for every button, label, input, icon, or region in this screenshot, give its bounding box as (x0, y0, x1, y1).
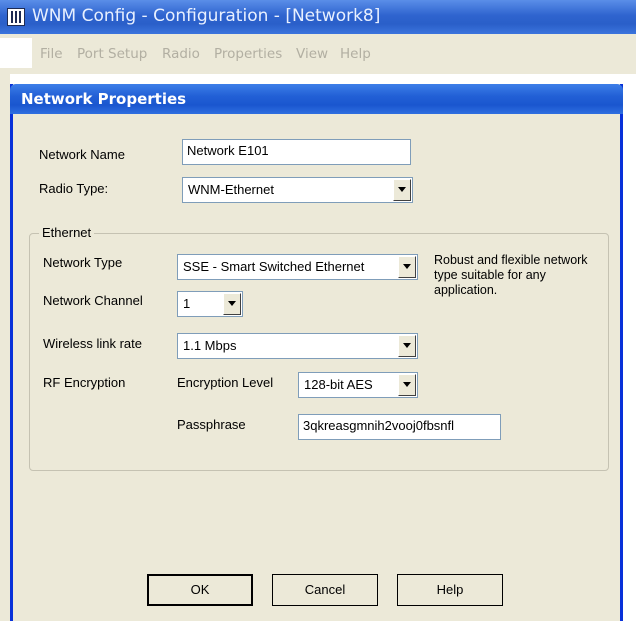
cancel-button[interactable]: Cancel (272, 574, 378, 606)
chevron-down-icon (228, 301, 236, 306)
radio-type-label: Radio Type: (39, 181, 109, 196)
ok-button[interactable]: OK (147, 574, 253, 606)
network-channel-select[interactable]: 1 (177, 291, 243, 317)
radio-type-value: WNM-Ethernet (188, 182, 274, 197)
passphrase-label: Passphrase (177, 417, 246, 432)
app-client-edge (0, 74, 10, 621)
app-icon[interactable] (7, 8, 25, 26)
encryption-level-value: 128-bit AES (304, 377, 373, 392)
passphrase-input[interactable]: 3qkreasgmnih2vooj0fbsnfl (298, 414, 501, 440)
encryption-level-dropdown-button[interactable] (398, 374, 416, 396)
menu-port-setup[interactable]: Port Setup (77, 46, 147, 62)
wireless-link-rate-dropdown-button[interactable] (398, 335, 416, 357)
network-channel-dropdown-button[interactable] (223, 293, 241, 315)
network-type-select[interactable]: SSE - Smart Switched Ethernet (177, 254, 418, 280)
chevron-down-icon (403, 343, 411, 348)
network-name-label: Network Name (39, 147, 125, 162)
wireless-link-rate-label: Wireless link rate (43, 336, 142, 351)
encryption-level-select[interactable]: 128-bit AES (298, 372, 418, 398)
network-type-value: SSE - Smart Switched Ethernet (183, 259, 365, 274)
rf-encryption-label: RF Encryption (43, 375, 126, 390)
chevron-down-icon (398, 187, 406, 192)
network-type-label: Network Type (43, 255, 123, 270)
help-button[interactable]: Help (397, 574, 503, 606)
ethernet-group-label: Ethernet (39, 225, 95, 240)
network-type-description: Robust and flexible network type suitabl… (434, 253, 588, 297)
wireless-link-rate-select[interactable]: 1.1 Mbps (177, 333, 418, 359)
radio-type-dropdown-button[interactable] (393, 179, 411, 201)
menu-bar-gripper (0, 38, 32, 68)
menu-radio[interactable]: Radio (162, 46, 200, 62)
network-channel-label: Network Channel (43, 293, 143, 308)
menu-file[interactable]: File (40, 46, 63, 62)
encryption-level-label: Encryption Level (177, 375, 274, 390)
menu-view[interactable]: View (296, 46, 328, 62)
chevron-down-icon (403, 382, 411, 387)
app-client-background (623, 74, 636, 621)
app-title-bar: WNM Config - Configuration - [Network8] (0, 0, 636, 34)
network-name-input[interactable]: Network E101 (182, 139, 411, 165)
chevron-down-icon (403, 264, 411, 269)
dialog-title: Network Properties (21, 90, 187, 108)
menu-properties[interactable]: Properties (214, 46, 282, 62)
network-type-dropdown-button[interactable] (398, 256, 416, 278)
wireless-link-rate-value: 1.1 Mbps (183, 338, 237, 353)
app-title: WNM Config - Configuration - [Network8] (32, 6, 381, 26)
network-channel-value: 1 (183, 296, 191, 311)
menu-help[interactable]: Help (340, 46, 371, 62)
radio-type-select[interactable]: WNM-Ethernet (182, 177, 413, 203)
